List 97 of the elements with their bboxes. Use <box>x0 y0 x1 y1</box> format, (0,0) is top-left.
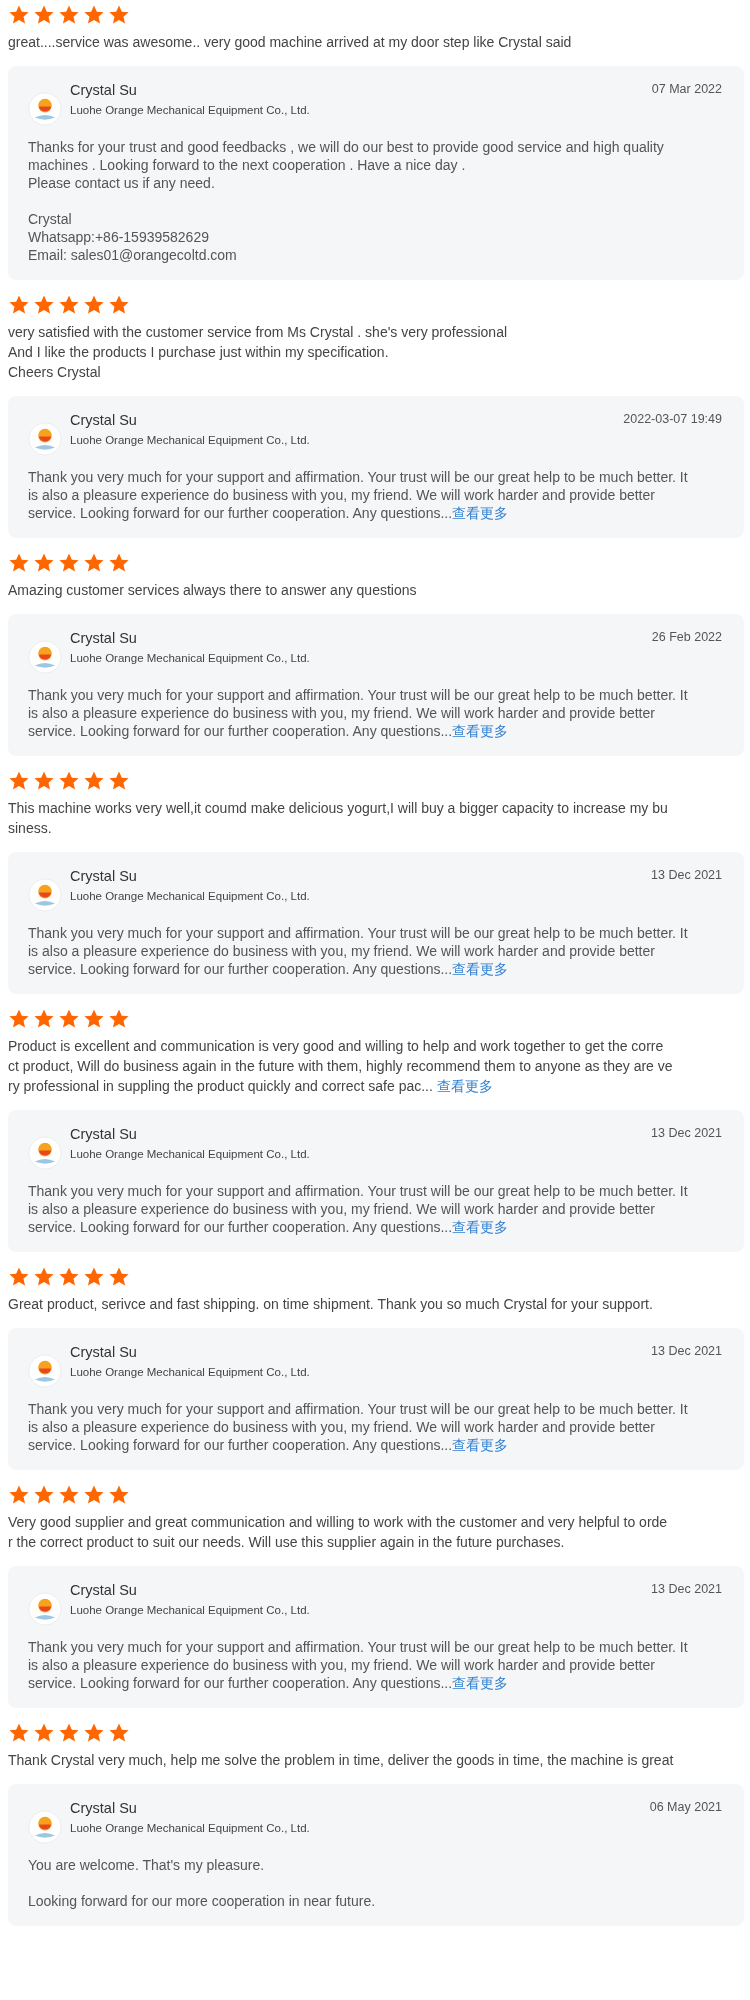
star-icon <box>108 1008 130 1030</box>
company-name: Luohe Orange Mechanical Equipment Co., Ltd. <box>70 434 311 446</box>
reply-text: Thank you very much for your support and affirmation. Your trust will be our great help to be much better. It is also a pleasure experience do business with you, my friend. We will work harder and provide better service. Looking forward for our further cooperation. Any questions...查看更多 <box>28 1182 688 1236</box>
view-more-link[interactable]: 查看更多 <box>452 1219 509 1235</box>
review-text: This machine works very well,it coumd make delicious yogurt,I will buy a bigger capacity to increase my bu siness. <box>8 799 669 838</box>
view-more-link[interactable]: 查看更多 <box>452 723 509 739</box>
company-name: Luohe Orange Mechanical Equipment Co., Ltd. <box>70 1366 311 1378</box>
reply-text: Thank you very much for your support and affirmation. Your trust will be our great help to be much better. It is also a pleasure experience do business with you, my friend. We will work harder and provide better service. Looking forward for our further cooperation. Any questions...查看更多 <box>28 468 688 522</box>
star-icon <box>58 294 80 316</box>
reply-date: 06 May 2021 <box>649 1800 722 1814</box>
review-text: Product is excellent and communication is very good and willing to help and work together to get the corre ct product, Will do business again in the future with them, highly recommend them to anyone as they are ve ry professional in suppling the product quickly and correct safe pac... 查看更多 <box>8 1037 674 1096</box>
replier-name: Crystal Su <box>70 412 138 428</box>
replier-name: Crystal Su <box>70 630 138 646</box>
company-name: Luohe Orange Mechanical Equipment Co., Ltd. <box>70 652 311 664</box>
star-icon <box>83 1484 105 1506</box>
company-logo-icon <box>28 1354 62 1388</box>
reply-date: 13 Dec 2021 <box>651 1126 722 1140</box>
star-icon <box>33 1722 55 1744</box>
star-icon <box>108 1722 130 1744</box>
star-icon <box>33 1484 55 1506</box>
company-name: Luohe Orange Mechanical Equipment Co., Ltd. <box>70 1604 311 1616</box>
reply-date: 07 Mar 2022 <box>651 82 722 96</box>
star-icon <box>58 4 80 26</box>
replier-name: Crystal Su <box>70 1800 138 1816</box>
reply-text: Thanks for your trust and good feedbacks , we will do our best to provide good service and high quality machines . Looking forward to the next cooperation . Have a nice day . Please contact us if any need. <box>28 138 665 192</box>
star-icon <box>8 1266 30 1288</box>
reply-text: Thank you very much for your support and affirmation. Your trust will be our great help to be much better. It is also a pleasure experience do business with you, my friend. We will work harder and provide better service. Looking forward for our further cooperation. Any questions...查看更多 <box>28 1400 688 1454</box>
view-more-link[interactable]: 查看更多 <box>436 1078 493 1094</box>
replier-name: Crystal Su <box>70 1126 138 1142</box>
company-logo-icon <box>28 1810 62 1844</box>
company-name: Luohe Orange Mechanical Equipment Co., Ltd. <box>70 1148 311 1160</box>
replier-name: Crystal Su <box>70 1582 138 1598</box>
star-icon <box>58 770 80 792</box>
company-logo-icon <box>28 640 62 674</box>
company-logo-icon <box>28 92 62 126</box>
star-icon <box>108 294 130 316</box>
star-icon <box>58 1008 80 1030</box>
review-text: Great product, serivce and fast shipping. on time shipment. Thank you so much Crystal for your support. <box>8 1295 654 1314</box>
replier-name: Crystal Su <box>70 82 138 98</box>
reply-date: 2022-03-07 19:49 <box>623 412 722 426</box>
star-icon <box>83 770 105 792</box>
reply-date: 13 Dec 2021 <box>651 1582 722 1596</box>
star-icon <box>33 4 55 26</box>
company-logo-icon <box>28 422 62 456</box>
review-text: Thank Crystal very much, help me solve the problem in time, deliver the goods in time, the machine is great <box>8 1751 675 1770</box>
star-icon <box>83 4 105 26</box>
star-icon <box>33 294 55 316</box>
star-icon <box>8 1484 30 1506</box>
reply-text: Crystal Whatsapp:+86-15939582629 Email: sales01@orangecoltd.com <box>28 210 238 264</box>
star-icon <box>58 1484 80 1506</box>
star-icon <box>108 1266 130 1288</box>
company-name: Luohe Orange Mechanical Equipment Co., Ltd. <box>70 104 311 116</box>
star-icon <box>8 4 30 26</box>
star-icon <box>83 1722 105 1744</box>
star-icon <box>58 1722 80 1744</box>
view-more-link[interactable]: 查看更多 <box>452 961 509 977</box>
star-icon <box>33 1266 55 1288</box>
star-icon <box>8 1722 30 1744</box>
reply-text: Thank you very much for your support and affirmation. Your trust will be our great help to be much better. It is also a pleasure experience do business with you, my friend. We will work harder and provide better service. Looking forward for our further cooperation. Any questions...查看更多 <box>28 1638 688 1692</box>
reply-text: Looking forward for our more cooperation in near future. <box>28 1892 377 1910</box>
star-icon <box>108 1484 130 1506</box>
replier-name: Crystal Su <box>70 1344 138 1360</box>
review-text: Very good supplier and great communication and willing to work with the customer and very helpful to orde r the correct product to suit our needs. Will use this supplier again in the future purchases. <box>8 1513 669 1552</box>
star-icon <box>33 552 55 574</box>
reply-text: Thank you very much for your support and affirmation. Your trust will be our great help to be much better. It is also a pleasure experience do business with you, my friend. We will work harder and provide better service. Looking forward for our further cooperation. Any questions...查看更多 <box>28 686 688 740</box>
company-logo-icon <box>28 1136 62 1170</box>
reply-text: You are welcome. That's my pleasure. <box>28 1856 266 1874</box>
star-icon <box>8 1008 30 1030</box>
company-logo-icon <box>28 878 62 912</box>
star-icon <box>83 294 105 316</box>
view-more-link[interactable]: 查看更多 <box>452 505 509 521</box>
star-icon <box>8 770 30 792</box>
star-icon <box>83 1266 105 1288</box>
company-logo-icon <box>28 1592 62 1626</box>
reply-date: 13 Dec 2021 <box>651 1344 722 1358</box>
review-text: Amazing customer services always there to answer any questions <box>8 581 418 600</box>
review-text: great....service was awesome.. very good machine arrived at my door step like Crystal said <box>8 33 573 52</box>
star-icon <box>108 4 130 26</box>
star-icon <box>108 552 130 574</box>
replier-name: Crystal Su <box>70 868 138 884</box>
star-icon <box>58 1266 80 1288</box>
company-name: Luohe Orange Mechanical Equipment Co., Ltd. <box>70 890 311 902</box>
star-icon <box>8 294 30 316</box>
star-icon <box>8 552 30 574</box>
star-icon <box>83 552 105 574</box>
view-more-link[interactable]: 查看更多 <box>452 1437 509 1453</box>
view-more-link[interactable]: 查看更多 <box>452 1675 509 1691</box>
review-text: very satisfied with the customer service from Ms Crystal . she's very professional And I like the products I purchase just within my specification. Cheers Crystal <box>8 323 509 382</box>
company-name: Luohe Orange Mechanical Equipment Co., Ltd. <box>70 1822 311 1834</box>
star-icon <box>83 1008 105 1030</box>
star-icon <box>33 770 55 792</box>
reply-text: Thank you very much for your support and affirmation. Your trust will be our great help to be much better. It is also a pleasure experience do business with you, my friend. We will work harder and provide better service. Looking forward for our further cooperation. Any questions...查看更多 <box>28 924 688 978</box>
reply-date: 26 Feb 2022 <box>651 630 722 644</box>
star-icon <box>108 770 130 792</box>
star-icon <box>33 1008 55 1030</box>
reply-date: 13 Dec 2021 <box>651 868 722 882</box>
star-icon <box>58 552 80 574</box>
